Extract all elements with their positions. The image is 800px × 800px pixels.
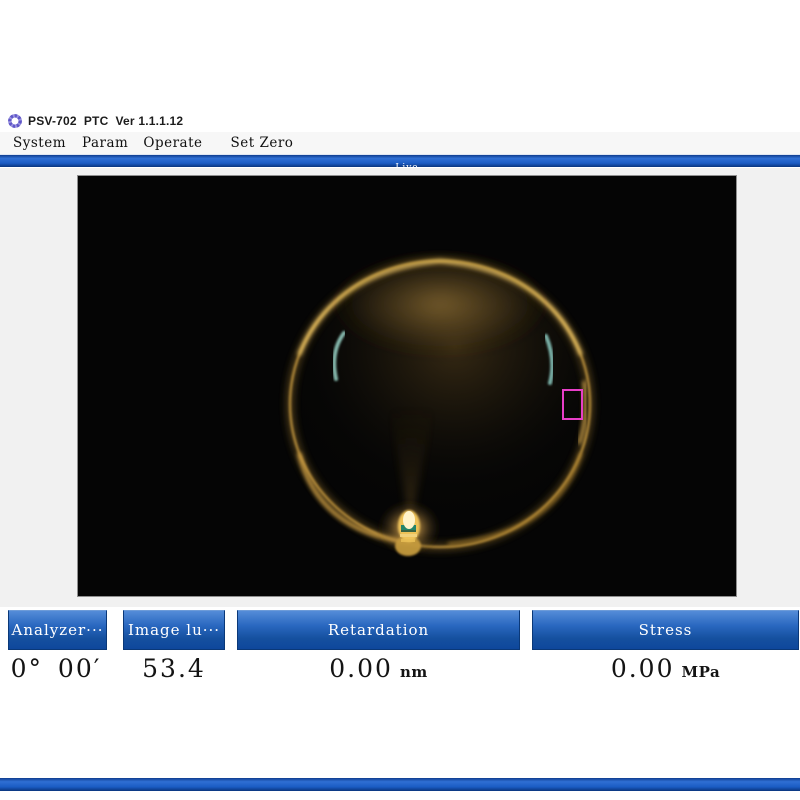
- image-lum-button[interactable]: Image lu···: [123, 610, 225, 650]
- stress-unit: MPa: [681, 663, 720, 681]
- app-icon: [7, 113, 23, 129]
- camera-image: [78, 176, 736, 596]
- retardation-unit: nm: [400, 663, 428, 681]
- analyzer-button[interactable]: Analyzer···: [8, 610, 107, 650]
- menu-item-param[interactable]: Param: [82, 135, 128, 151]
- bottom-status-bar: [0, 778, 800, 791]
- retardation-button[interactable]: Retardation: [237, 610, 520, 650]
- menu-item-operate[interactable]: Operate: [143, 135, 202, 151]
- menu-item-system[interactable]: System: [13, 135, 66, 151]
- title-bar: PSV-702 PTC Ver 1.1.1.12: [0, 109, 800, 133]
- stress-value-text: 0.00: [611, 654, 675, 683]
- analyzer-value: 0° 00′: [0, 652, 112, 686]
- stress-value: 0.00 MPa: [532, 652, 799, 686]
- glass-gob: [290, 249, 590, 547]
- stress-button[interactable]: Stress: [532, 610, 799, 650]
- camera-viewport[interactable]: [77, 175, 737, 597]
- window-title: PSV-702 PTC Ver 1.1.1.12: [28, 113, 183, 129]
- analyzer-value-text: 0° 00′: [11, 654, 102, 683]
- live-status-bar: Live: [0, 154, 800, 167]
- camera-stage: [0, 168, 800, 607]
- flame-spot: [375, 498, 443, 558]
- retardation-value-text: 0.00: [329, 654, 393, 683]
- image-lum-value-text: 53.4: [142, 654, 206, 683]
- image-lum-value: 53.4: [123, 652, 225, 686]
- menu-bar: System Param Operate Set Zero: [0, 132, 800, 154]
- menu-item-set-zero[interactable]: Set Zero: [231, 135, 294, 151]
- retardation-value: 0.00 nm: [237, 652, 520, 686]
